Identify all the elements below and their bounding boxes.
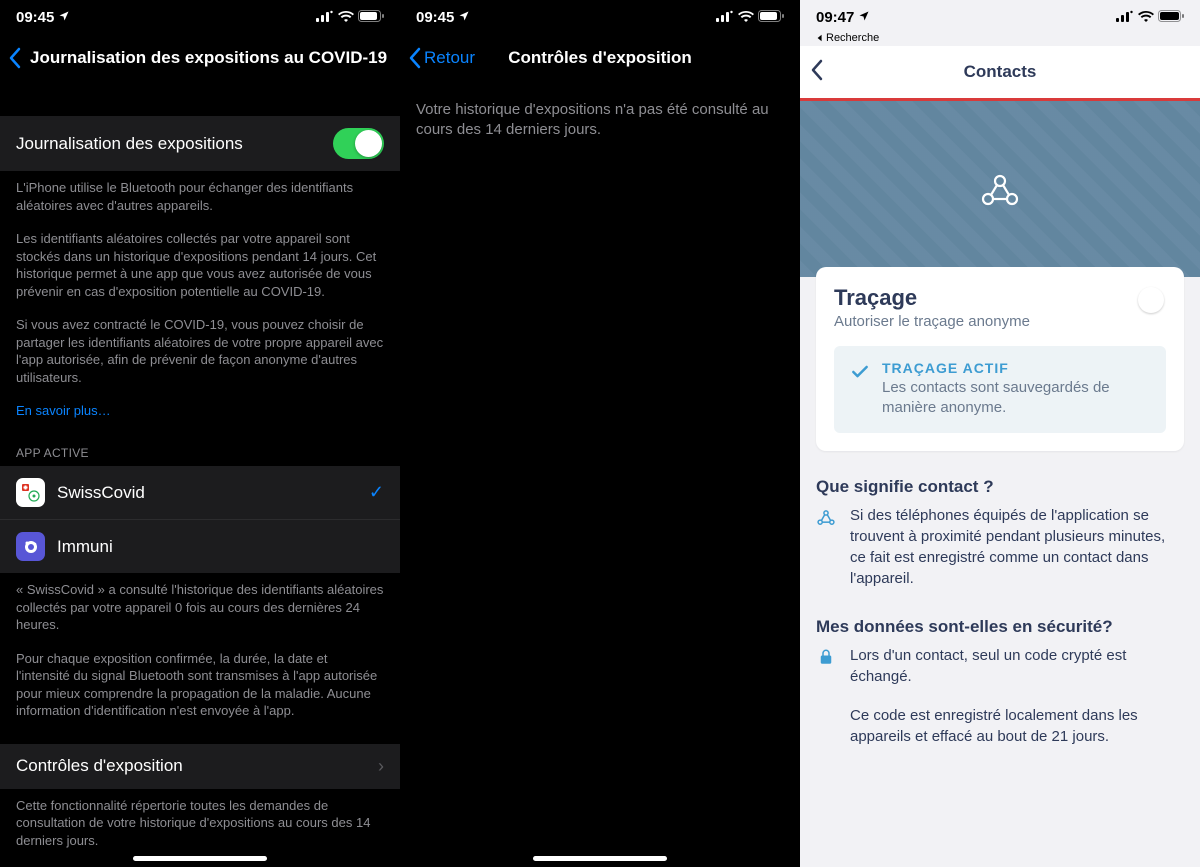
swisscovid-contacts-screen: 09:47 Recherche Contacts Traçage Autoris… (800, 0, 1200, 867)
cellular-icon (1116, 9, 1134, 26)
learn-more-link[interactable]: En savoir plus… (16, 403, 111, 418)
card-title: Traçage (834, 285, 1166, 311)
tracing-card: Traçage Autoriser le traçage anonyme TRA… (816, 267, 1184, 451)
note-signal: Pour chaque exposition confirmée, la dur… (0, 642, 400, 728)
faq-answer: Si des téléphones équipés de l'applicati… (850, 505, 1184, 589)
battery-icon (1158, 9, 1184, 26)
breadcrumb-back[interactable]: Recherche (800, 32, 1200, 46)
note-controls: Cette fonctionnalité répertorie toutes l… (0, 789, 400, 858)
back-label: Retour (424, 48, 475, 68)
faq-answer-1: Lors d'un contact, seul un code crypté e… (850, 645, 1184, 687)
toggle-label: Journalisation des expositions (16, 134, 333, 154)
app-name: Immuni (57, 537, 113, 557)
app-row-swisscovid[interactable]: SwissCovid ✓ (0, 466, 400, 520)
clock: 09:45 (416, 9, 454, 26)
row-label: Contrôles d'exposition (16, 756, 378, 776)
home-indicator[interactable] (133, 856, 267, 861)
tracing-status-box: TRAÇAGE ACTIF Les contacts sont sauvegar… (834, 346, 1166, 433)
network-icon (816, 508, 836, 528)
location-icon (58, 9, 70, 26)
immuni-app-icon (16, 532, 45, 561)
empty-state-text: Votre historique d'expositions n'a pas é… (400, 84, 800, 157)
exposure-controls-screen: 09:45 Retour Contrôles d'exposition Votr… (400, 0, 800, 867)
page-title: Journalisation des expositions au COVID-… (30, 48, 387, 68)
back-button[interactable] (810, 59, 824, 86)
faq-contact-section: Que signifie contact ? Si des téléphones… (800, 451, 1200, 589)
wifi-icon (738, 9, 754, 26)
clock: 09:47 (816, 9, 854, 26)
hero-image (800, 101, 1200, 277)
cellular-icon (316, 9, 334, 26)
back-button[interactable] (8, 47, 22, 69)
back-button[interactable]: Retour (408, 47, 475, 69)
home-indicator[interactable] (533, 856, 667, 861)
note-storage: Les identifiants aléatoires collectés pa… (0, 222, 400, 308)
swisscovid-app-icon (16, 478, 45, 507)
location-icon (858, 9, 870, 26)
app-name: SwissCovid (57, 483, 145, 503)
status-bar: 09:45 (0, 0, 400, 32)
nav-bar: Journalisation des expositions au COVID-… (0, 32, 400, 84)
nav-bar: Contacts (800, 46, 1200, 98)
checkmark-icon (850, 362, 870, 419)
active-app-header: APP ACTIVE (0, 428, 400, 466)
faq-security-section: Mes données sont-elles en sécurité? Lors… (800, 607, 1200, 747)
wifi-icon (1138, 9, 1154, 26)
nav-bar: Retour Contrôles d'exposition (400, 32, 800, 84)
battery-icon (758, 9, 784, 26)
note-bluetooth: L'iPhone utilise le Bluetooth pour échan… (0, 171, 400, 222)
exposure-logging-toggle[interactable] (333, 128, 384, 159)
exposure-controls-row[interactable]: Contrôles d'exposition › (0, 744, 400, 789)
faq-question: Que signifie contact ? (816, 477, 1184, 497)
app-row-immuni[interactable]: Immuni (0, 520, 400, 573)
cellular-icon (716, 9, 734, 26)
faq-question: Mes données sont-elles en sécurité? (816, 617, 1184, 637)
note-lookup: « SwissCovid » a consulté l'historique d… (0, 573, 400, 642)
network-icon (972, 161, 1028, 217)
chevron-right-icon: › (378, 756, 384, 777)
status-title: TRAÇAGE ACTIF (882, 360, 1150, 376)
battery-icon (358, 9, 384, 26)
page-title: Contacts (800, 62, 1200, 82)
checkmark-icon: ✓ (369, 482, 384, 503)
faq-answer-2: Ce code est enregistré localement dans l… (850, 705, 1184, 747)
status-bar: 09:45 (400, 0, 800, 32)
wifi-icon (338, 9, 354, 26)
status-bar: 09:47 (800, 0, 1200, 32)
location-icon (458, 9, 470, 26)
card-subtitle: Autoriser le traçage anonyme (834, 313, 1166, 330)
exposure-logging-toggle-row[interactable]: Journalisation des expositions (0, 116, 400, 171)
status-body: Les contacts sont sauvegardés de manière… (882, 378, 1150, 419)
settings-exposure-logging-screen: 09:45 Journalisation des expositions au … (0, 0, 400, 867)
lock-icon (816, 648, 836, 666)
clock: 09:45 (16, 9, 54, 26)
note-share: Si vous avez contracté le COVID-19, vous… (0, 308, 400, 394)
